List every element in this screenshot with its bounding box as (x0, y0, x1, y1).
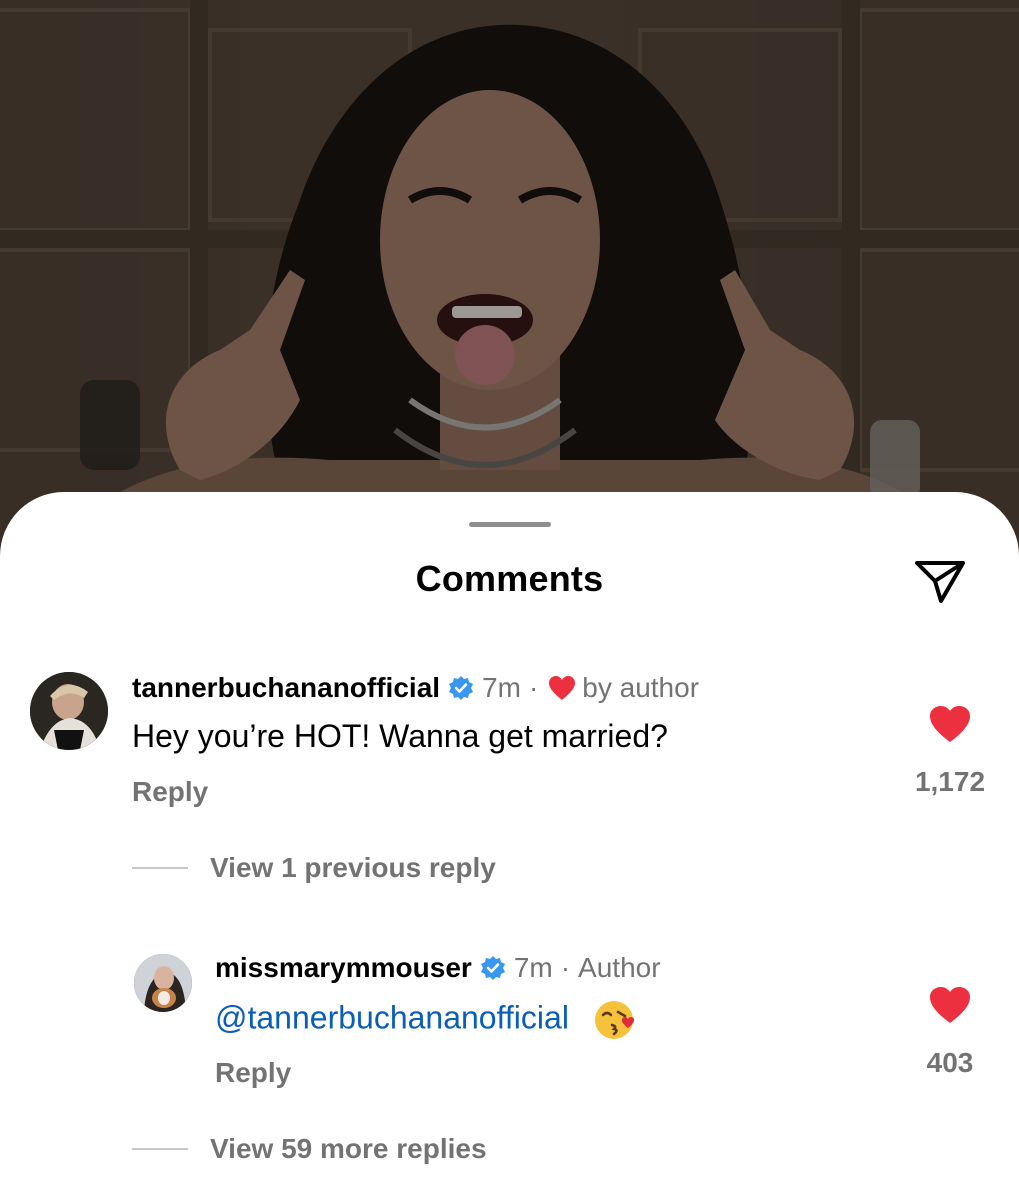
share-button[interactable] (910, 556, 970, 606)
view-replies-label: View 1 previous reply (210, 852, 496, 883)
like-count: 403 (926, 1047, 974, 1078)
author-badge: Author (578, 952, 661, 983)
comment-meta: missmarymmouser 7m · Author (215, 952, 661, 984)
comments-sheet: Comments (0, 492, 1019, 1200)
face-blowing-a-kiss-icon (594, 1001, 634, 1039)
avatar-image (30, 672, 108, 750)
like-column: 403 (905, 985, 995, 1079)
heart-icon (549, 676, 576, 700)
like-count: 1,172 (914, 766, 986, 797)
reply-button[interactable]: Reply (132, 776, 208, 808)
view-replies-button[interactable]: View 59 more replies (132, 1133, 487, 1165)
username[interactable]: tannerbuchananofficial (132, 672, 440, 704)
post-photo-background (0, 0, 1019, 540)
comment-text: Hey you’re HOT! Wanna get married? (132, 718, 668, 754)
verified-badge-icon (480, 956, 505, 980)
comment-text: @tannerbuchananofficial (215, 998, 636, 1042)
comment-time: 7m (482, 672, 521, 703)
avatar[interactable] (30, 672, 108, 750)
sheet-drag-handle[interactable] (469, 522, 551, 527)
reply-button[interactable]: Reply (215, 1057, 291, 1089)
thread-divider-line (132, 867, 188, 869)
username[interactable]: missmarymmouser (215, 952, 472, 984)
view-replies-button[interactable]: View 1 previous reply (132, 852, 496, 884)
separator-dot: · (528, 672, 539, 703)
avatar-image (134, 954, 192, 1012)
like-column: 1,172 (905, 704, 995, 798)
verified-badge-icon (449, 676, 474, 700)
avatar[interactable] (134, 954, 192, 1012)
separator-dot: · (560, 952, 571, 983)
sheet-title: Comments (415, 558, 604, 599)
view-replies-label: View 59 more replies (210, 1133, 487, 1164)
comment-time: 7m (513, 952, 553, 983)
thread-divider-line (132, 1148, 188, 1150)
like-heart-icon[interactable] (928, 704, 972, 744)
paper-plane-icon (915, 561, 965, 603)
post-photo (0, 0, 1019, 540)
liked-by-author-label: by author (582, 672, 700, 703)
like-heart-icon[interactable] (928, 985, 972, 1025)
mention-link[interactable]: @tannerbuchananofficial (215, 999, 569, 1035)
comment-meta: tannerbuchananofficial 7m · by author (132, 672, 699, 704)
